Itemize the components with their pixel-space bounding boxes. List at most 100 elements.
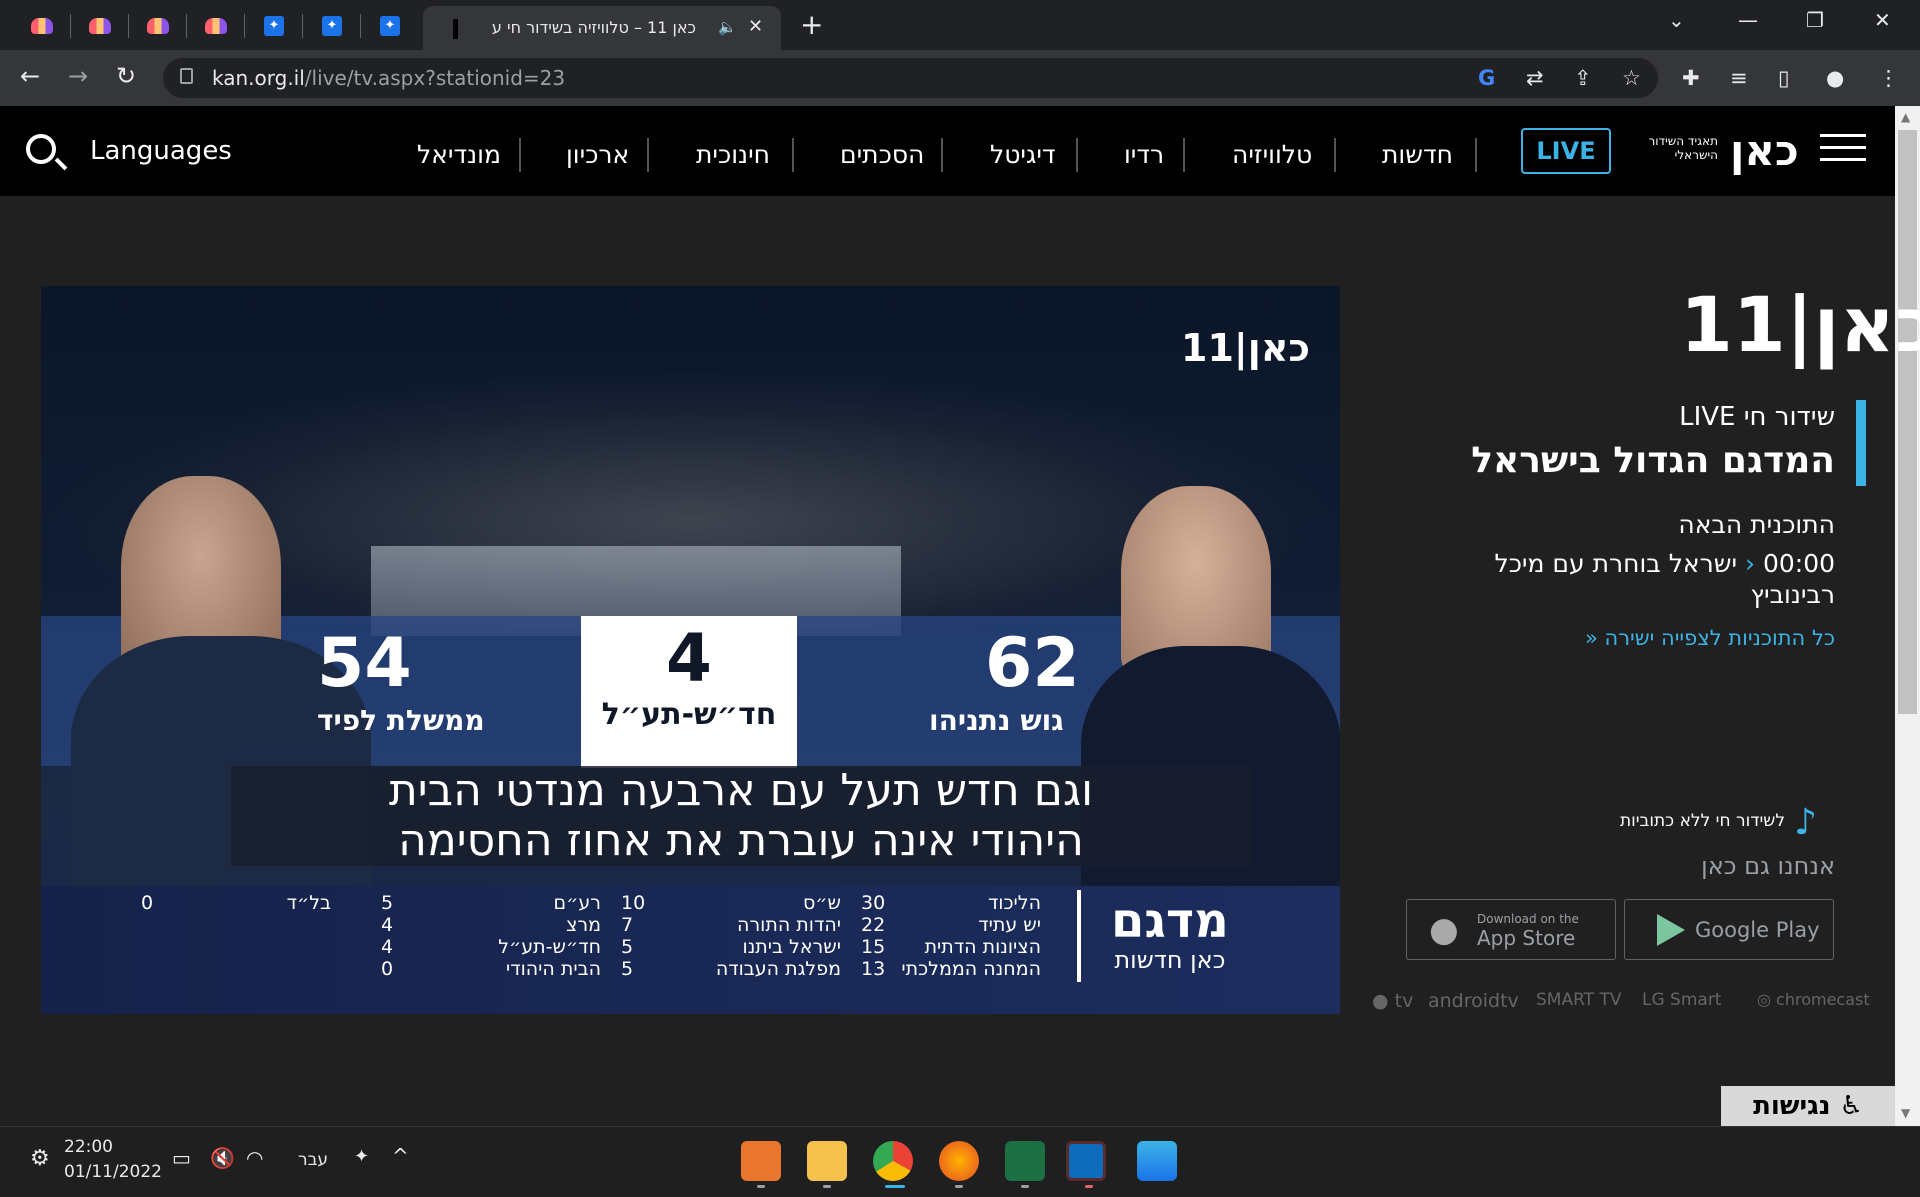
nav-podcasts[interactable]: הסכתים [840,140,924,169]
miro-icon [89,18,111,34]
dropbox-tray-icon[interactable]: ✦ [354,1146,369,1167]
close-tab-icon[interactable]: ✕ [748,16,763,37]
hamburger-menu-icon[interactable] [1820,134,1866,170]
next-program-time: 00:00 [1762,549,1835,578]
live-accent-bar [1856,400,1866,486]
back-button[interactable]: ← [20,62,40,90]
results-col-4-seats: 0 [141,892,154,914]
nav-radio[interactable]: רדיו [1124,140,1164,169]
android-tv-logo: androidtv [1428,990,1519,1012]
madgam-logo: מדגם כאן חדשות [1111,893,1229,974]
clock-date[interactable]: 01/11/2022 [64,1162,162,1182]
file-explorer-icon[interactable] [807,1141,847,1181]
media-control-icon[interactable]: ≡ [1730,66,1748,90]
next-program-label: התוכנית הבאה [1678,510,1835,539]
app-store-button[interactable]: ● Download on the App Store [1406,899,1616,960]
tab-search-icon[interactable]: ⌄ [1668,8,1685,32]
results-col-1-seats: 30 22 15 13 [861,892,886,980]
pinned-tab-miro[interactable] [194,10,238,42]
scroll-up-icon[interactable]: ▲ [1901,110,1910,124]
active-tab[interactable]: כאן 11 – טלוויזיה בשידור חי ע 🔈 ✕ [423,6,781,50]
dropbox-icon: ✦ [380,16,400,36]
nav-mondial[interactable]: מונדיאל [417,140,501,169]
tab-title: כאן 11 – טלוויזיה בשידור חי ע [491,18,696,37]
miro-icon [205,18,227,34]
results-col-3-seats: 5440 [381,892,394,980]
google-play-button[interactable]: Google Play [1624,899,1834,960]
nav-archive[interactable]: ארכיון [566,140,629,169]
volume-muted-icon[interactable]: 🔇 [210,1146,235,1170]
side-panel-icon[interactable]: ▯ [1778,66,1790,90]
caption-line-1: וגם חדש תעל עם ארבעה מנדטי הבית [388,765,1094,816]
chrome-menu-icon[interactable]: ⋮ [1878,66,1899,90]
nav-digital[interactable]: דיגיטל [990,140,1056,169]
left-seats: 54 [317,624,412,703]
firefox-icon[interactable] [939,1141,979,1181]
hearing-icon: ♪ [1794,802,1817,843]
lock-icon[interactable] [180,68,193,84]
nav-news[interactable]: חדשות [1382,140,1453,169]
battery-icon[interactable]: ▭ [172,1146,191,1170]
clock-time[interactable]: 22:00 [64,1137,113,1157]
results-col-4-names: בל״ד [286,892,331,914]
right-seats: 62 [985,624,1080,703]
pinned-tab-dropbox[interactable]: ✦ [252,10,296,42]
input-language[interactable]: עבר [298,1150,328,1170]
pinned-tab-miro[interactable] [78,10,122,42]
live-video-player[interactable]: כאן|11 54 ממשלת לפיד 4 חד״ש-תע״ל 62 גוש … [41,286,1340,1014]
translate-icon[interactable]: ⇄ [1526,66,1544,90]
pdf-app-icon[interactable] [741,1141,781,1181]
new-tab-button[interactable]: + [800,8,823,41]
live-button[interactable]: LIVE [1521,128,1611,174]
excel-icon[interactable] [1005,1141,1045,1181]
chrome-icon[interactable] [873,1141,913,1181]
miro-icon [147,18,169,34]
miro-icon [31,18,53,34]
restore-button[interactable]: ❐ [1806,8,1824,32]
double-chevron-icon: « [1584,626,1598,650]
nav-television[interactable]: טלוויזיה [1232,140,1312,169]
show-hidden-icons-icon[interactable]: ^ [392,1144,409,1168]
search-icon[interactable] [26,134,56,164]
google-icon[interactable]: G [1478,66,1495,90]
center-party-label: חד״ש-תע״ל [601,697,777,732]
samsung-smart-tv-logo: SMART TV [1536,990,1622,1010]
reload-button[interactable]: ↻ [116,62,136,90]
results-col-2-seats: 10 7 5 5 [621,892,646,980]
scroll-down-icon[interactable]: ▼ [1901,1106,1910,1120]
nav-educational[interactable]: חינוכית [696,140,770,169]
outlook-icon[interactable] [1066,1141,1106,1181]
share-icon[interactable]: ⇪ [1574,66,1592,90]
chromecast-logo: ◎ chromecast [1757,990,1870,1009]
lg-smart-logo: LG Smart [1642,990,1722,1010]
kan-logo[interactable]: כאן [1730,126,1799,175]
bookmark-star-icon[interactable]: ☆ [1622,66,1641,90]
close-window-button[interactable]: ✕ [1874,8,1891,32]
next-program-name: ישראל בוחרת עם מיכל [1494,549,1738,578]
pinned-tab-miro[interactable] [20,10,64,42]
pinned-tab-dropbox[interactable]: ✦ [310,10,354,42]
pinned-tab-dropbox[interactable]: ✦ [368,10,412,42]
notification-icon[interactable]: ⚙ [30,1146,50,1171]
minimize-button[interactable]: — [1738,8,1758,32]
next-program: 00:00 ‹ ישראל בוחרת עם מיכל רבינוביץ [1494,548,1835,610]
extensions-icon[interactable]: ✚ [1682,66,1700,90]
center-seats: 4 [666,620,712,697]
wifi-icon[interactable]: ◠ [246,1146,263,1170]
next-program-name-2: רבינוביץ [1750,580,1835,609]
forward-button[interactable]: → [68,62,88,90]
scrollbar-thumb[interactable] [1898,130,1917,714]
accessibility-button[interactable]: ♿ נגישות [1721,1086,1895,1126]
dropbox-icon: ✦ [322,16,342,36]
speaker-icon[interactable]: 🔈 [718,18,737,36]
we-are-also-here: אנחנו גם כאן [1701,852,1835,880]
dropbox-icon: ✦ [264,16,284,36]
languages-link[interactable]: Languages [90,136,232,166]
pinned-tab-miro[interactable] [136,10,180,42]
url-text[interactable]: kan.org.il/live/tv.aspx?stationid=23 [212,66,565,90]
tab-strip: ✦ ✦ ✦ כאן 11 – טלוויזיה בשידור חי ע 🔈 ✕ … [0,0,1920,50]
no-subtitles-link[interactable]: לשידור חי ללא כתוביות [1620,811,1785,831]
profile-icon[interactable]: ● [1826,66,1844,90]
windows-store-icon[interactable] [1137,1141,1177,1181]
all-programs-link[interactable]: כל התוכניות לצפייה ישירה « [1585,626,1835,650]
